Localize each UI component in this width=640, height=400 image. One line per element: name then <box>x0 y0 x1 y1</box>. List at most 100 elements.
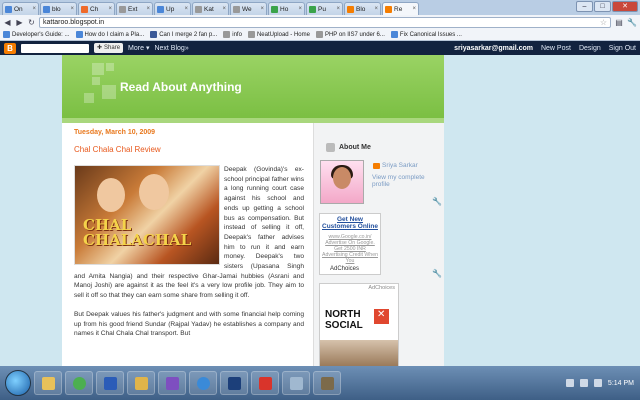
browser-tab[interactable]: Kat × <box>192 2 229 15</box>
close-tab-icon[interactable]: × <box>336 6 340 12</box>
profile-head <box>333 167 351 189</box>
close-window-icon[interactable]: ✕ <box>612 1 638 12</box>
browser-tab[interactable]: On × <box>2 2 39 15</box>
close-tab-icon[interactable]: × <box>412 6 416 12</box>
close-tab-icon[interactable]: × <box>70 6 74 12</box>
tab-favicon-icon <box>385 5 392 13</box>
profile-name-link[interactable]: Sriya Sarkar <box>373 162 418 169</box>
reload-icon[interactable]: ↻ <box>27 18 36 27</box>
share-button[interactable]: ✚ Share <box>94 43 124 53</box>
close-tab-icon[interactable]: × <box>260 6 264 12</box>
forward-icon[interactable]: ▶ <box>15 18 24 27</box>
bookmark-item[interactable]: Can I merge 2 fan p... <box>150 31 217 38</box>
word-icon <box>103 376 117 390</box>
blog-title[interactable]: Read About Anything <box>120 80 242 94</box>
share-icon: ✚ <box>97 45 103 51</box>
browser-toolbar: ◀ ▶ ↻ kattaroo.blogspot.in ☆ ▤ 🔧 <box>0 15 640 29</box>
close-tab-icon[interactable]: × <box>298 6 302 12</box>
bookmark-item[interactable]: How do I claim a Pla... <box>75 31 144 38</box>
browser-tab[interactable]: Ext × <box>116 2 153 15</box>
back-icon[interactable]: ◀ <box>3 18 12 27</box>
bookmark-favicon-icon <box>390 31 398 38</box>
poster-title-text: CHAL CHALACHAL <box>83 216 192 249</box>
taskbar-app[interactable] <box>282 371 310 395</box>
taskbar-app[interactable] <box>158 371 186 395</box>
blog-header: Read About Anything <box>62 55 444 118</box>
view-profile-link[interactable]: View my complete profile <box>372 174 444 188</box>
blogger-profile-icon <box>373 162 380 169</box>
tool-icon <box>320 376 334 390</box>
google-ad[interactable]: Get New Customers Online www.Google.co.i… <box>319 213 381 275</box>
design-link[interactable]: Design <box>579 45 601 52</box>
taskbar-app[interactable] <box>96 371 124 395</box>
taskbar-app[interactable] <box>34 371 62 395</box>
user-email: sriyasarkar@gmail.com <box>454 44 533 52</box>
bookmark-star-icon[interactable]: ☆ <box>600 18 607 27</box>
bookmark-item[interactable]: PHP on IIS7 under 6... <box>315 31 385 38</box>
address-bar[interactable]: kattaroo.blogspot.in ☆ <box>39 16 611 28</box>
bookmark-item[interactable]: info <box>223 31 242 38</box>
page-menu-icon[interactable]: ▤ <box>614 18 624 27</box>
taskbar-app[interactable] <box>313 371 341 395</box>
maximize-icon[interactable]: □ <box>594 1 611 12</box>
browser-tab[interactable]: Ho × <box>268 2 305 15</box>
header-decoration <box>106 63 114 71</box>
volume-icon[interactable] <box>579 379 588 387</box>
blogger-logo-icon[interactable]: B <box>4 42 16 54</box>
taskbar-app[interactable] <box>127 371 155 395</box>
bookmark-item[interactable]: NeatUpload - Home <box>247 31 310 38</box>
system-tray: 5:14 PM <box>565 379 640 387</box>
network-icon[interactable] <box>565 379 574 387</box>
flag-icon[interactable] <box>593 379 602 387</box>
edit-widget-icon[interactable]: 🔧 <box>432 197 442 206</box>
sign-out-link[interactable]: Sign Out <box>609 45 636 52</box>
wrench-menu-icon[interactable]: 🔧 <box>627 18 637 27</box>
close-tab-icon[interactable]: × <box>32 6 36 12</box>
ad-heading[interactable]: Get New Customers Online <box>320 216 380 230</box>
taskbar-app[interactable] <box>220 371 248 395</box>
more-menu[interactable]: More ▾ <box>128 44 149 52</box>
browser-tab[interactable]: We × <box>230 2 267 15</box>
taskbar-app[interactable] <box>251 371 279 395</box>
bookmark-item[interactable]: Developer's Guide: ... <box>3 31 70 38</box>
photoshop-icon <box>227 376 241 390</box>
bookmark-favicon-icon <box>223 31 231 38</box>
taskbar-app[interactable] <box>65 371 93 395</box>
close-tab-icon[interactable]: × <box>146 6 150 12</box>
about-me-heading: About Me <box>326 143 371 152</box>
post-title[interactable]: Chal Chala Chal Review <box>74 145 304 154</box>
clock[interactable]: 5:14 PM <box>608 380 634 387</box>
browser-tab[interactable]: Up × <box>154 2 191 15</box>
close-tab-icon[interactable]: × <box>374 6 378 12</box>
close-tab-icon[interactable]: × <box>108 6 112 12</box>
browser-tab-active[interactable]: Re × <box>382 2 419 15</box>
edit-widget-icon[interactable]: 🔧 <box>432 269 442 278</box>
browser-tab[interactable]: Ch × <box>78 2 115 15</box>
close-tab-icon[interactable]: × <box>184 6 188 12</box>
bookmark-favicon-icon <box>150 31 158 38</box>
window-controls: – □ ✕ <box>576 1 638 12</box>
new-post-link[interactable]: New Post <box>541 45 571 52</box>
taskbar-app[interactable] <box>189 371 217 395</box>
notepad-icon <box>289 376 303 390</box>
browser-tab[interactable]: Pu × <box>306 2 343 15</box>
display-ad[interactable]: AdChoices NORTH SOCIAL <box>319 283 399 366</box>
minimize-icon[interactable]: – <box>576 1 593 12</box>
profile-photo[interactable] <box>320 160 364 204</box>
post-paragraph: But Deepak values his father's judgment … <box>74 310 304 338</box>
ad-logo-icon <box>374 309 389 324</box>
explorer-icon <box>41 376 55 390</box>
next-blog-link[interactable]: Next Blog» <box>154 45 188 52</box>
bookmarks-bar: Developer's Guide: ... How do I claim a … <box>0 29 640 41</box>
close-tab-icon[interactable]: × <box>222 6 226 12</box>
browser-tab[interactable]: Blo × <box>344 2 381 15</box>
adchoices-label[interactable]: AdChoices <box>330 266 359 272</box>
bookmark-item[interactable]: Fix Canonical Issues ... <box>390 31 462 38</box>
browser-tab[interactable]: blo × <box>40 2 77 15</box>
start-button[interactable] <box>5 370 31 396</box>
blog-search-input[interactable] <box>21 43 89 53</box>
acrobat-icon <box>258 376 272 390</box>
movie-poster-image[interactable]: CHAL CHALACHAL <box>74 165 220 265</box>
adchoices-label[interactable]: AdChoices <box>368 285 395 291</box>
widget-bullet-icon <box>326 143 335 152</box>
